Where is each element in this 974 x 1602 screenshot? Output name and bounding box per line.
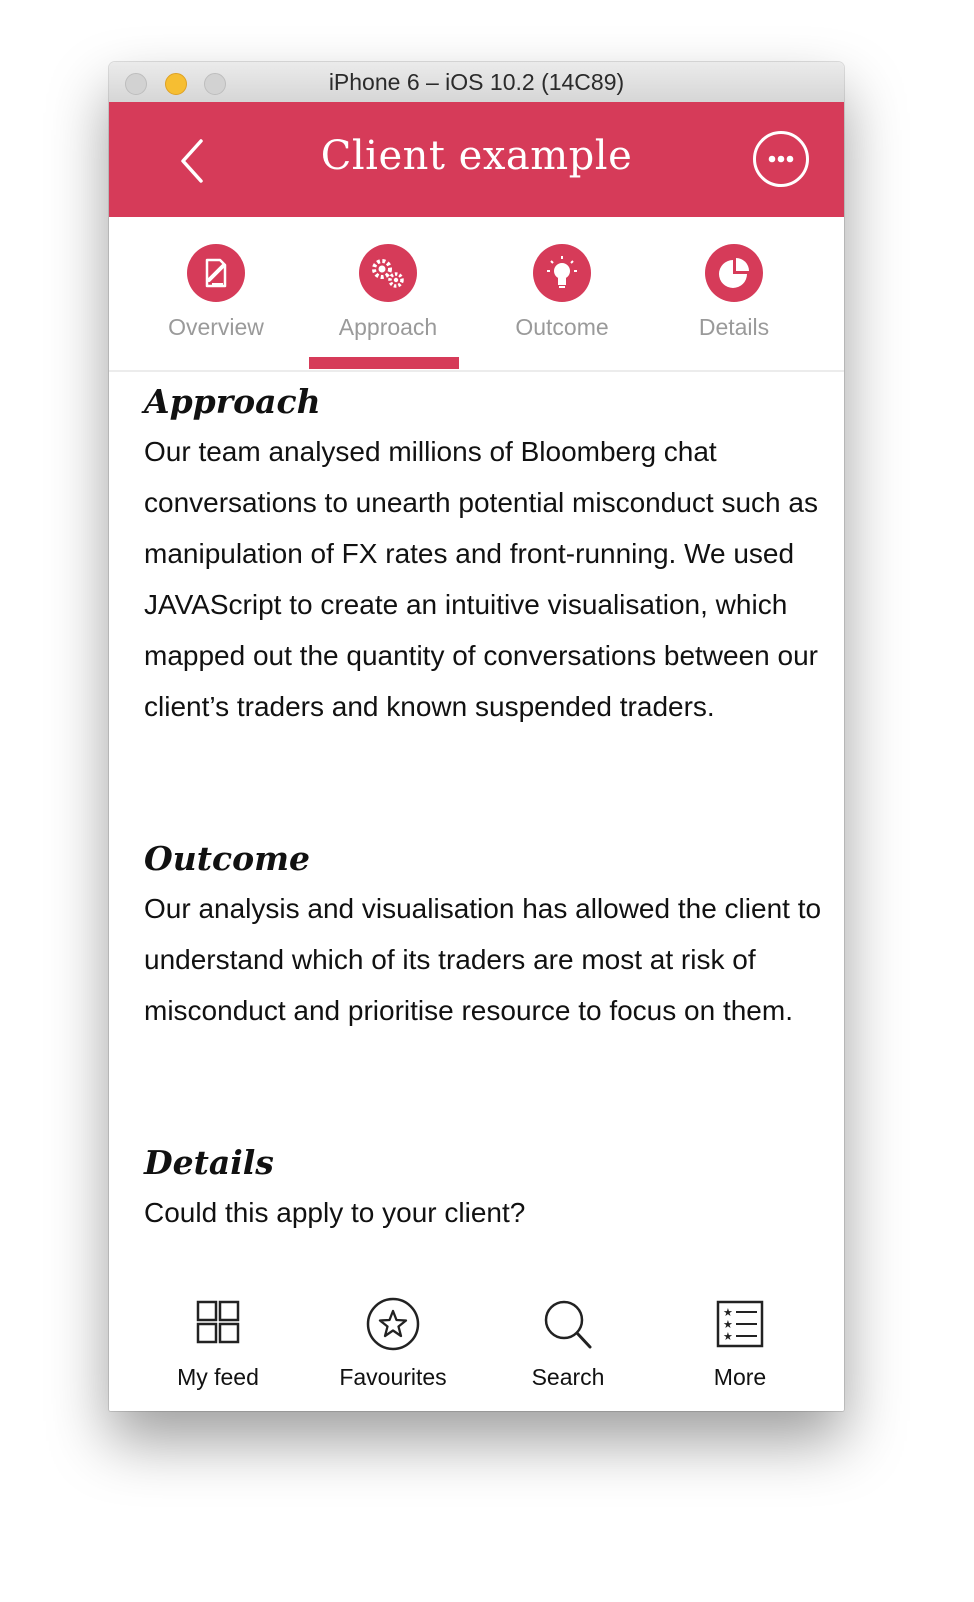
bottom-nav-favourites[interactable]: Favourites — [303, 1296, 483, 1391]
window-titlebar: iPhone 6 – iOS 10.2 (14C89) — [109, 62, 844, 103]
app-navbar: Client example — [109, 102, 844, 217]
bottom-nav-favourites-label: Favourites — [339, 1364, 447, 1390]
details-heading: Details — [144, 1143, 274, 1182]
bottom-nav-search[interactable]: Search — [478, 1296, 658, 1391]
details-section: Details Could this apply to your client? — [144, 1139, 824, 1238]
tab-approach[interactable]: Approach — [303, 244, 473, 344]
grid-icon — [196, 1300, 240, 1344]
details-text: Could this apply to your client? — [144, 1197, 526, 1228]
bottom-nav-more[interactable]: ★ ★ ★ More — [650, 1296, 830, 1391]
tab-overview-label: Overview — [168, 314, 264, 340]
tab-details[interactable]: Details — [649, 244, 819, 344]
tab-approach-label: Approach — [338, 314, 438, 340]
tab-outcome-label: Outcome — [515, 314, 609, 340]
pie-chart-icon — [705, 244, 763, 302]
bottom-nav-more-label: More — [713, 1364, 767, 1390]
ellipsis-icon — [768, 155, 794, 163]
star-circle-icon — [366, 1297, 420, 1351]
bottom-nav-my-feed[interactable]: My feed — [128, 1296, 308, 1391]
approach-section: Approach Our team analysed millions of B… — [144, 378, 824, 732]
active-tab-indicator — [309, 357, 459, 369]
section-tabs: Overview Approach Outcome Details — [109, 217, 844, 372]
search-icon — [544, 1300, 592, 1349]
tab-overview[interactable]: Overview — [131, 244, 301, 344]
bottom-nav-my-feed-label: My feed — [177, 1364, 259, 1390]
outcome-heading: Outcome — [144, 839, 310, 878]
simulator-window: iPhone 6 – iOS 10.2 (14C89) Client examp… — [109, 62, 844, 1411]
approach-text: Our team analysed millions of Bloomberg … — [144, 436, 818, 722]
document-pen-icon — [187, 244, 245, 302]
more-options-button[interactable] — [753, 131, 809, 187]
bottom-tab-bar: My feed Favourites Search ★ ★ ★ More — [109, 1272, 844, 1411]
lightbulb-icon — [533, 244, 591, 302]
outcome-text: Our analysis and visualisation has allow… — [144, 893, 822, 1026]
list-icon: ★ ★ ★ — [716, 1300, 764, 1348]
approach-heading: Approach — [144, 382, 321, 421]
bottom-nav-search-label: Search — [531, 1364, 605, 1390]
tab-outcome[interactable]: Outcome — [477, 244, 647, 344]
outcome-section: Outcome Our analysis and visualisation h… — [144, 835, 824, 1036]
svg-text:★: ★ — [723, 1330, 733, 1343]
tab-details-label: Details — [698, 314, 770, 340]
window-title: iPhone 6 – iOS 10.2 (14C89) — [328, 69, 625, 95]
gears-icon — [359, 244, 417, 302]
page-title: Client example — [320, 133, 633, 179]
